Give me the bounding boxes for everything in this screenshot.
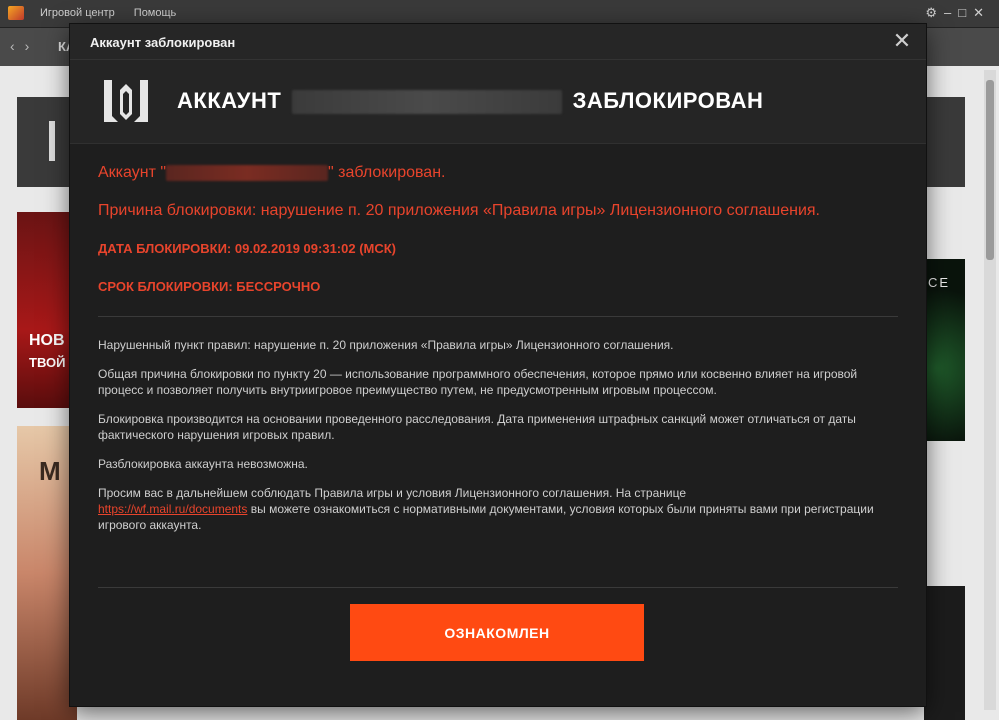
game-center-logo-icon — [8, 6, 24, 20]
block-reason: Причина блокировки: нарушение п. 20 прил… — [98, 202, 820, 219]
blocked-line-suffix: " заблокирован. — [328, 164, 446, 181]
dialog-body: Аккаунт " " заблокирован. Причина блокиро… — [70, 144, 926, 533]
maximize-icon[interactable]: □ — [958, 5, 973, 20]
details-no-unblock: Разблокировка аккаунта невозможна. — [98, 457, 308, 471]
blocked-line-prefix: Аккаунт " — [98, 164, 167, 181]
account-blocked-dialog: Аккаунт заблокирован ✕ АККАУНТ ЗАБЛОКИРО… — [70, 24, 926, 706]
promo-tile-red-text: НОВ ТВОЙ — [29, 330, 65, 374]
nav-arrows: ‹› — [10, 38, 39, 54]
menu-item-help[interactable]: Помощь — [134, 7, 177, 19]
close-icon[interactable]: ✕ — [890, 29, 914, 53]
documents-link[interactable]: https://wf.mail.ru/documents — [98, 502, 247, 516]
promo-tile-orange[interactable]: M — [17, 426, 77, 720]
window-controls: ⚙–□✕ — [925, 5, 991, 21]
details-investigation: Блокировка производится на основании про… — [98, 412, 856, 442]
launcher-scrollbar[interactable] — [984, 70, 996, 710]
details-general-reason: Общая причина блокировки по пункту 20 — … — [98, 367, 858, 397]
heading-suffix: ЗАБЛОКИРОВАН — [572, 88, 764, 113]
divider-top — [98, 316, 898, 317]
promo-green-text: CE — [928, 275, 951, 290]
details-documents: Просим вас в дальнейшем соблюдать Правил… — [98, 485, 898, 533]
menu-item-game-center[interactable]: Игровой центр — [40, 7, 115, 19]
forward-arrow-icon[interactable]: › — [25, 38, 40, 54]
dialog-titlebar: Аккаунт заблокирован ✕ — [70, 24, 926, 60]
minimize-icon[interactable]: – — [944, 5, 958, 20]
redacted-account-name — [166, 164, 329, 181]
heading-prefix: АККАУНТ — [177, 88, 282, 113]
details-violated-rule: Нарушенный пункт правил: нарушение п. 20… — [98, 338, 674, 352]
blocked-account-line: Аккаунт " " заблокирован. — [98, 162, 898, 184]
promo-tile-dark[interactable] — [924, 586, 965, 720]
dialog-header: АККАУНТ ЗАБЛОКИРОВАН — [70, 60, 926, 144]
promo-orange-text: M — [39, 456, 61, 486]
documents-prefix: Просим вас в дальнейшем соблюдать Правил… — [98, 486, 687, 500]
redacted-account-email — [291, 90, 562, 115]
promo-tile-red[interactable]: НОВ ТВОЙ — [17, 212, 77, 408]
promo-tile-green[interactable]: CE — [924, 259, 965, 441]
warface-logo-icon — [104, 80, 148, 122]
block-term: СРОК БЛОКИРОВКИ: БЕССРОЧНО — [98, 279, 321, 294]
scrollbar-thumb[interactable] — [986, 80, 994, 260]
divider-bottom — [98, 587, 898, 588]
block-details: Нарушенный пункт правил: нарушение п. 20… — [98, 337, 898, 533]
back-arrow-icon[interactable]: ‹ — [10, 38, 25, 54]
block-date: ДАТА БЛОКИРОВКИ: 09.02.2019 09:31:02 (МС… — [98, 241, 397, 256]
settings-gear-icon[interactable]: ⚙ — [925, 5, 944, 20]
dialog-heading: АККАУНТ ЗАБЛОКИРОВАН — [177, 88, 764, 115]
dialog-title: Аккаунт заблокирован — [90, 35, 236, 50]
launcher-menu: Игровой центр Помощь — [40, 7, 192, 19]
acknowledge-button[interactable]: ОЗНАКОМЛЕН — [350, 604, 644, 661]
promo-red-line2: ТВОЙ — [29, 355, 66, 370]
window-close-icon[interactable]: ✕ — [973, 5, 991, 20]
promo-red-line1: НОВ — [29, 332, 65, 349]
